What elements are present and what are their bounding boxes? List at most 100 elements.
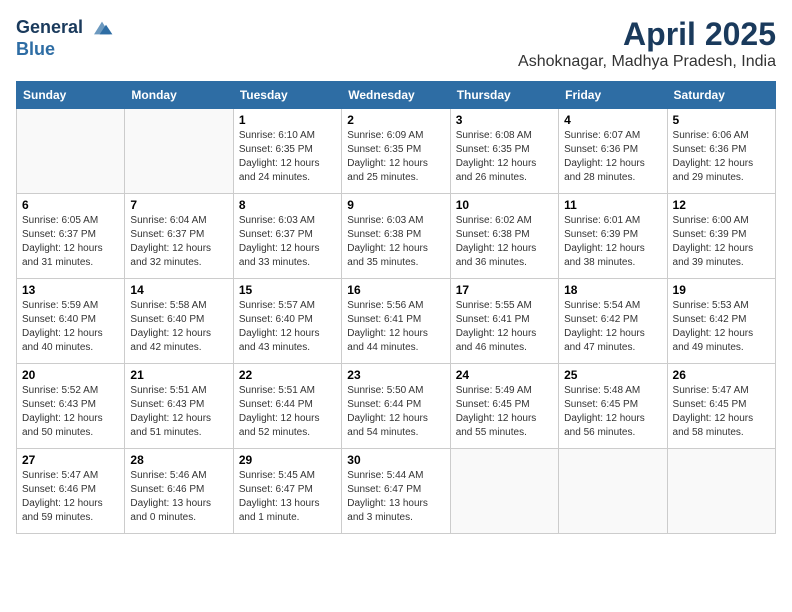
weekday-header-monday: Monday	[125, 82, 233, 109]
cell-day-number: 8	[239, 198, 336, 212]
calendar-cell: 16 Sunrise: 5:56 AM Sunset: 6:41 PM Dayli…	[342, 279, 450, 364]
cell-day-number: 24	[456, 368, 553, 382]
calendar-cell: 2Sunrise: 6:09 AM Sunset: 6:35 PM Daylig…	[342, 109, 450, 194]
calendar-cell: 12 Sunrise: 6:00 AM Sunset: 6:39 PM Dayli…	[667, 194, 775, 279]
cell-info: Sunrise: 5:47 AM Sunset: 6:45 PM Dayligh…	[673, 384, 770, 440]
cell-info: Sunrise: 5:50 AM Sunset: 6:44 PM Dayligh…	[347, 384, 444, 440]
cell-day-number: 6	[22, 198, 119, 212]
cell-day-number: 14	[130, 283, 227, 297]
cell-day-number: 4	[564, 113, 661, 127]
cell-day-number: 9	[347, 198, 444, 212]
calendar-table: SundayMondayTuesdayWednesdayThursdayFrid…	[16, 81, 776, 534]
cell-info: Sunrise: 5:48 AM Sunset: 6:45 PM Dayligh…	[564, 384, 661, 440]
cell-day-number: 17	[456, 283, 553, 297]
cell-info: Sunrise: 5:57 AM Sunset: 6:40 PM Dayligh…	[239, 299, 336, 355]
cell-day-number: 7	[130, 198, 227, 212]
calendar-cell	[559, 449, 667, 534]
calendar-cell: 10 Sunrise: 6:02 AM Sunset: 6:38 PM Dayli…	[450, 194, 558, 279]
cell-info: Sunrise: 6:01 AM Sunset: 6:39 PM Dayligh…	[564, 214, 661, 270]
week-row-3: 13Sunrise: 5:59 AM Sunset: 6:40 PM Dayli…	[17, 279, 776, 364]
cell-info: Sunrise: 6:10 AM Sunset: 6:35 PM Dayligh…	[239, 129, 336, 185]
cell-day-number: 29	[239, 453, 336, 467]
calendar-cell	[450, 449, 558, 534]
weekday-header-friday: Friday	[559, 82, 667, 109]
cell-info: Sunrise: 6:00 AM Sunset: 6:39 PM Dayligh…	[673, 214, 770, 270]
calendar-cell: 21 Sunrise: 5:51 AM Sunset: 6:43 PM Dayli…	[125, 364, 233, 449]
logo-text: General Blue	[16, 16, 114, 60]
week-row-4: 20 Sunrise: 5:52 AM Sunset: 6:43 PM Dayli…	[17, 364, 776, 449]
calendar-cell	[125, 109, 233, 194]
calendar-cell: 29 Sunrise: 5:45 AM Sunset: 6:47 PM Dayli…	[233, 449, 341, 534]
calendar-cell: 8 Sunrise: 6:03 AM Sunset: 6:37 PM Daylig…	[233, 194, 341, 279]
week-row-1: 1 Sunrise: 6:10 AM Sunset: 6:35 PM Daylig…	[17, 109, 776, 194]
calendar-cell: 15 Sunrise: 5:57 AM Sunset: 6:40 PM Dayli…	[233, 279, 341, 364]
cell-info: Sunrise: 5:46 AM Sunset: 6:46 PM Dayligh…	[130, 469, 227, 525]
calendar-cell: 22Sunrise: 5:51 AM Sunset: 6:44 PM Dayli…	[233, 364, 341, 449]
cell-day-number: 30	[347, 453, 444, 467]
cell-day-number: 26	[673, 368, 770, 382]
page-header: General Blue April 2025 Ashoknagar, Madh…	[16, 16, 776, 71]
week-row-2: 6Sunrise: 6:05 AM Sunset: 6:37 PM Daylig…	[17, 194, 776, 279]
cell-day-number: 23	[347, 368, 444, 382]
calendar-cell: 27Sunrise: 5:47 AM Sunset: 6:46 PM Dayli…	[17, 449, 125, 534]
logo: General Blue	[16, 16, 114, 60]
weekday-header-sunday: Sunday	[17, 82, 125, 109]
cell-info: Sunrise: 5:54 AM Sunset: 6:42 PM Dayligh…	[564, 299, 661, 355]
cell-info: Sunrise: 6:07 AM Sunset: 6:36 PM Dayligh…	[564, 129, 661, 185]
cell-info: Sunrise: 5:56 AM Sunset: 6:41 PM Dayligh…	[347, 299, 444, 355]
calendar-cell: 4 Sunrise: 6:07 AM Sunset: 6:36 PM Daylig…	[559, 109, 667, 194]
calendar-cell: 7 Sunrise: 6:04 AM Sunset: 6:37 PM Daylig…	[125, 194, 233, 279]
week-row-5: 27Sunrise: 5:47 AM Sunset: 6:46 PM Dayli…	[17, 449, 776, 534]
cell-info: Sunrise: 6:03 AM Sunset: 6:37 PM Dayligh…	[239, 214, 336, 270]
calendar-cell: 17 Sunrise: 5:55 AM Sunset: 6:41 PM Dayli…	[450, 279, 558, 364]
cell-day-number: 20	[22, 368, 119, 382]
cell-info: Sunrise: 5:49 AM Sunset: 6:45 PM Dayligh…	[456, 384, 553, 440]
calendar-cell: 25 Sunrise: 5:48 AM Sunset: 6:45 PM Dayli…	[559, 364, 667, 449]
calendar-cell: 3Sunrise: 6:08 AM Sunset: 6:35 PM Daylig…	[450, 109, 558, 194]
cell-day-number: 18	[564, 283, 661, 297]
calendar-cell: 5 Sunrise: 6:06 AM Sunset: 6:36 PM Daylig…	[667, 109, 775, 194]
calendar-cell: 23 Sunrise: 5:50 AM Sunset: 6:44 PM Dayli…	[342, 364, 450, 449]
cell-day-number: 10	[456, 198, 553, 212]
weekday-header-row: SundayMondayTuesdayWednesdayThursdayFrid…	[17, 82, 776, 109]
weekday-header-wednesday: Wednesday	[342, 82, 450, 109]
weekday-header-tuesday: Tuesday	[233, 82, 341, 109]
calendar-cell: 26 Sunrise: 5:47 AM Sunset: 6:45 PM Dayli…	[667, 364, 775, 449]
cell-info: Sunrise: 5:58 AM Sunset: 6:40 PM Dayligh…	[130, 299, 227, 355]
cell-day-number: 5	[673, 113, 770, 127]
calendar-cell: 28 Sunrise: 5:46 AM Sunset: 6:46 PM Dayli…	[125, 449, 233, 534]
cell-day-number: 16	[347, 283, 444, 297]
cell-day-number: 13	[22, 283, 119, 297]
cell-info: Sunrise: 5:53 AM Sunset: 6:42 PM Dayligh…	[673, 299, 770, 355]
cell-day-number: 12	[673, 198, 770, 212]
title-area: April 2025 Ashoknagar, Madhya Pradesh, I…	[518, 16, 776, 71]
cell-info: Sunrise: 5:55 AM Sunset: 6:41 PM Dayligh…	[456, 299, 553, 355]
cell-info: Sunrise: 5:45 AM Sunset: 6:47 PM Dayligh…	[239, 469, 336, 525]
cell-day-number: 21	[130, 368, 227, 382]
cell-day-number: 1	[239, 113, 336, 127]
calendar-cell: 24 Sunrise: 5:49 AM Sunset: 6:45 PM Dayli…	[450, 364, 558, 449]
cell-info: Sunrise: 6:09 AM Sunset: 6:35 PM Dayligh…	[347, 129, 444, 185]
calendar-cell	[667, 449, 775, 534]
weekday-header-saturday: Saturday	[667, 82, 775, 109]
month-title: April 2025	[518, 16, 776, 53]
calendar-cell: 20 Sunrise: 5:52 AM Sunset: 6:43 PM Dayli…	[17, 364, 125, 449]
weekday-header-thursday: Thursday	[450, 82, 558, 109]
cell-info: Sunrise: 6:03 AM Sunset: 6:38 PM Dayligh…	[347, 214, 444, 270]
calendar-cell: 30 Sunrise: 5:44 AM Sunset: 6:47 PM Dayli…	[342, 449, 450, 534]
calendar-cell: 9 Sunrise: 6:03 AM Sunset: 6:38 PM Daylig…	[342, 194, 450, 279]
cell-day-number: 15	[239, 283, 336, 297]
calendar-cell: 18 Sunrise: 5:54 AM Sunset: 6:42 PM Dayli…	[559, 279, 667, 364]
cell-info: Sunrise: 5:51 AM Sunset: 6:43 PM Dayligh…	[130, 384, 227, 440]
cell-day-number: 25	[564, 368, 661, 382]
cell-info: Sunrise: 5:44 AM Sunset: 6:47 PM Dayligh…	[347, 469, 444, 525]
cell-info: Sunrise: 5:52 AM Sunset: 6:43 PM Dayligh…	[22, 384, 119, 440]
cell-info: Sunrise: 6:04 AM Sunset: 6:37 PM Dayligh…	[130, 214, 227, 270]
cell-day-number: 28	[130, 453, 227, 467]
calendar-cell: 1 Sunrise: 6:10 AM Sunset: 6:35 PM Daylig…	[233, 109, 341, 194]
cell-info: Sunrise: 6:02 AM Sunset: 6:38 PM Dayligh…	[456, 214, 553, 270]
location-title: Ashoknagar, Madhya Pradesh, India	[518, 53, 776, 71]
calendar-cell	[17, 109, 125, 194]
cell-info: Sunrise: 6:06 AM Sunset: 6:36 PM Dayligh…	[673, 129, 770, 185]
cell-day-number: 19	[673, 283, 770, 297]
